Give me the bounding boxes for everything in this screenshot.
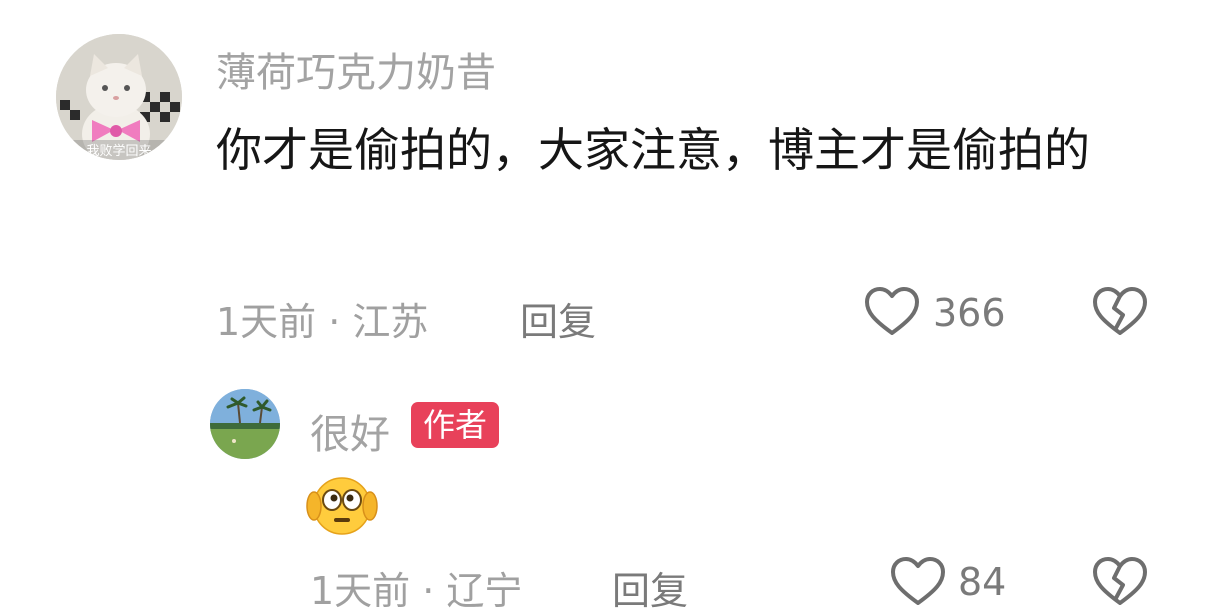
heart-outline-icon — [891, 557, 945, 605]
broken-heart-icon — [1093, 287, 1147, 335]
comment-text: 你才是偷拍的，大家注意，博主才是偷拍的 — [216, 123, 1090, 177]
reply-dislike-button[interactable] — [1092, 556, 1148, 608]
reply-reply-button[interactable]: 回复 — [612, 560, 688, 615]
like-count: 366 — [933, 291, 1006, 335]
broken-heart-icon — [1093, 557, 1147, 605]
reply-emoji — [306, 474, 378, 538]
dislike-button[interactable] — [1092, 286, 1148, 338]
reply-button[interactable]: 回复 — [520, 291, 596, 346]
face-with-hands-over-ears-icon — [306, 477, 378, 535]
avatar-commenter[interactable]: 我败学回来 — [56, 34, 182, 160]
reply-like-count: 84 — [958, 560, 1007, 604]
author-username[interactable]: 很好 — [310, 402, 390, 460]
heart-outline-icon — [865, 287, 919, 335]
like-button[interactable] — [864, 286, 920, 338]
reply-like-button[interactable] — [890, 556, 946, 608]
commenter-username[interactable]: 薄荷巧克力奶昔 — [216, 40, 496, 98]
author-badge: 作者 — [411, 402, 500, 448]
cat-avatar-image: 我败学回来 — [56, 34, 182, 160]
reply-meta: 1天前 · 辽宁 — [310, 569, 523, 613]
landscape-avatar-image — [210, 389, 280, 459]
avatar-author[interactable] — [210, 389, 280, 459]
comment-meta: 1天前 · 江苏 — [216, 300, 429, 344]
avatar-overlay-text: 我败学回来 — [86, 143, 151, 159]
